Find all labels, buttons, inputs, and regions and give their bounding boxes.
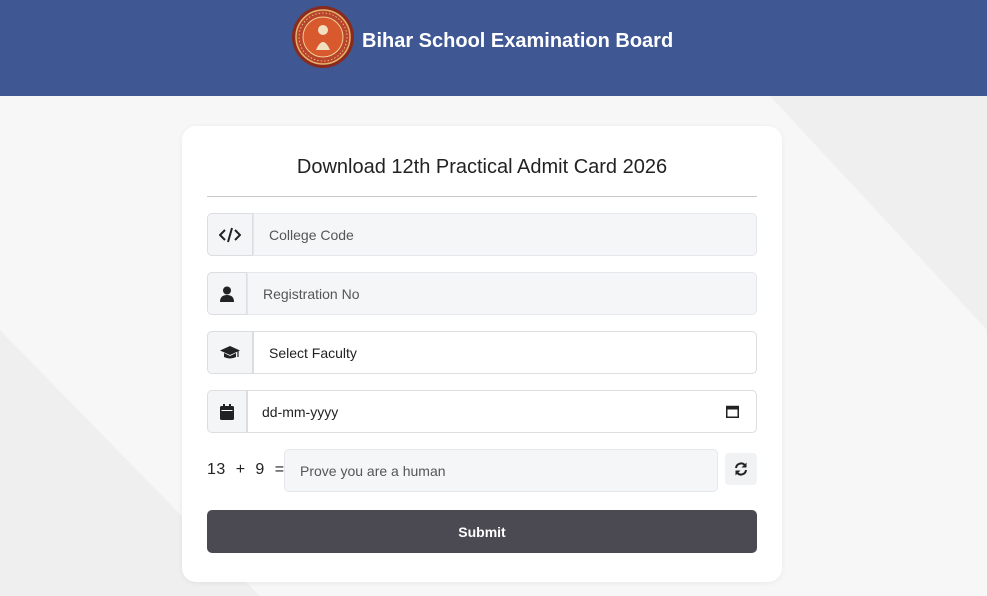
submit-button[interactable]: Submit: [207, 510, 757, 553]
captcha-placeholder: Prove you are a human: [300, 462, 446, 479]
faculty-row: Select Faculty: [207, 331, 757, 374]
date-placeholder: dd-mm-yyyy: [262, 403, 339, 420]
captcha-input[interactable]: Prove you are a human: [284, 449, 718, 492]
user-icon: [220, 286, 234, 302]
code-icon: [219, 227, 241, 242]
calendar-icon: [220, 403, 234, 420]
title-divider: [207, 196, 757, 197]
faculty-selected-value: Select Faculty: [269, 344, 357, 361]
faculty-addon: [207, 331, 253, 374]
college-code-addon: [207, 213, 253, 256]
bseb-seal-logo: [292, 6, 354, 68]
site-header: Bihar School Examination Board: [0, 0, 987, 96]
registration-no-row: Registration No: [207, 272, 757, 315]
date-addon: [207, 390, 247, 433]
admit-card-form: Download 12th Practical Admit Card 2026 …: [182, 126, 782, 582]
registration-no-input[interactable]: Registration No: [247, 272, 757, 315]
date-input[interactable]: dd-mm-yyyy: [247, 390, 757, 433]
college-code-input[interactable]: College Code: [253, 213, 757, 256]
registration-no-placeholder: Registration No: [263, 285, 360, 302]
captcha-question: 13 + 9 =: [207, 461, 285, 478]
faculty-select[interactable]: Select Faculty: [253, 331, 757, 374]
form-title: Download 12th Practical Admit Card 2026: [296, 156, 668, 178]
refresh-icon: [735, 462, 747, 476]
registration-no-addon: [207, 272, 247, 315]
date-row: dd-mm-yyyy: [207, 390, 757, 433]
captcha-row: 13 + 9 = Prove you are a human: [207, 449, 757, 492]
graduation-cap-icon: [220, 345, 240, 358]
captcha-refresh-button[interactable]: [725, 453, 757, 485]
college-code-placeholder: College Code: [269, 226, 354, 243]
site-title: Bihar School Examination Board: [362, 30, 674, 52]
date-picker-icon[interactable]: [726, 405, 739, 418]
college-code-row: College Code: [207, 213, 757, 256]
